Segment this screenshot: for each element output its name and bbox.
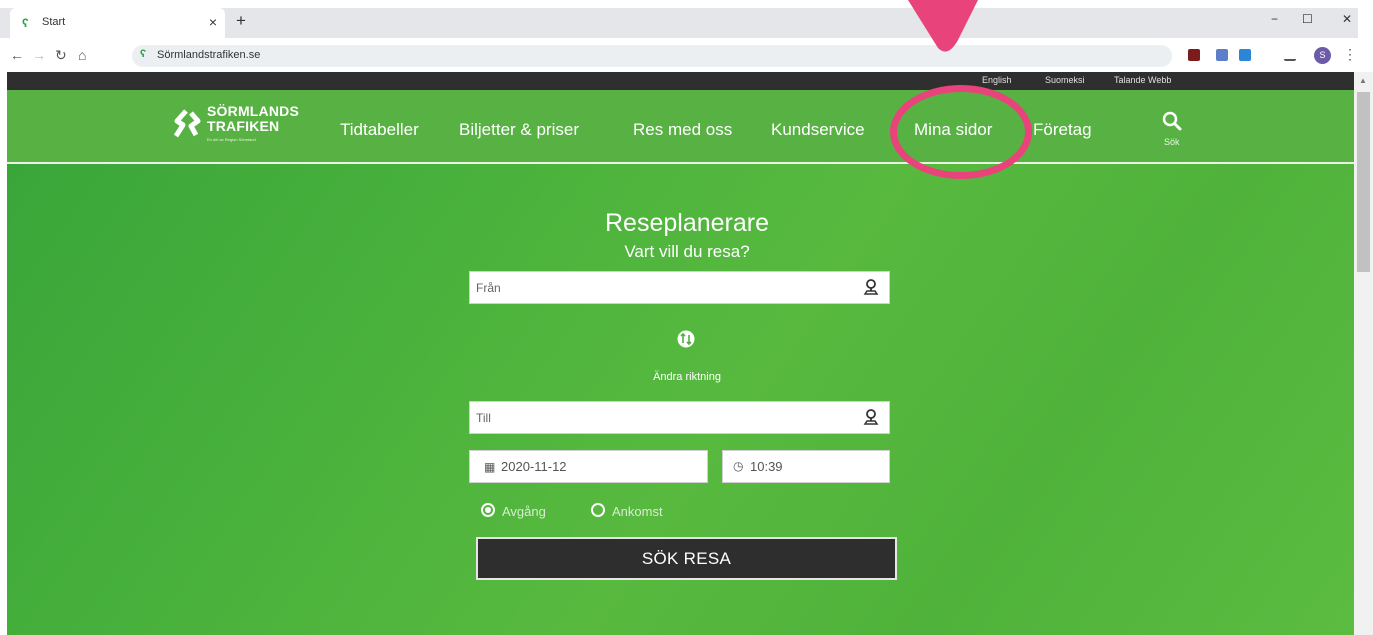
home-icon[interactable]: ⌂: [78, 47, 86, 63]
page-viewport: English Suomeksi Talande Webb SÖRMLANDS …: [7, 72, 1354, 635]
tab-title: Start: [42, 16, 66, 28]
arrival-radio[interactable]: [591, 503, 605, 517]
link-english[interactable]: English: [982, 75, 1012, 85]
departure-label[interactable]: Avgång: [502, 504, 546, 519]
nav-tidtabeller[interactable]: Tidtabeller: [340, 120, 419, 140]
logo-tagline: En del av Region Sörmland: [207, 137, 256, 142]
scroll-up-icon[interactable]: ▲: [1359, 76, 1367, 85]
windows-extension-icon[interactable]: [1239, 49, 1251, 61]
date-field[interactable]: ▦ 2020-11-12: [469, 450, 708, 483]
link-talande-webb[interactable]: Talande Webb: [1114, 75, 1171, 85]
nav-mina-sidor[interactable]: Mina sidor: [914, 120, 992, 140]
time-field[interactable]: ◷ 10:39: [722, 450, 890, 483]
swap-direction-label[interactable]: Ändra riktning: [477, 371, 897, 383]
back-arrow-icon[interactable]: ←: [10, 47, 24, 63]
search-trip-button[interactable]: SÖK RESA: [476, 537, 897, 580]
utility-bar: English Suomeksi Talande Webb: [7, 72, 1354, 90]
to-placeholder: Till: [476, 411, 491, 425]
arrival-label[interactable]: Ankomst: [612, 504, 663, 519]
swap-direction-icon[interactable]: [677, 330, 695, 348]
time-value: 10:39: [750, 459, 783, 474]
search-label[interactable]: Sök: [1164, 137, 1180, 147]
nav-biljetter-priser[interactable]: Biljetter & priser: [459, 120, 579, 140]
nav-foretag[interactable]: Företag: [1033, 120, 1092, 140]
location-pin-icon[interactable]: [863, 408, 879, 426]
search-icon[interactable]: [1162, 111, 1182, 131]
window-minimize-button[interactable]: −: [1271, 12, 1278, 26]
nav-kundservice[interactable]: Kundservice: [771, 120, 865, 140]
reload-icon[interactable]: ↻: [55, 47, 67, 63]
logo-text[interactable]: SÖRMLANDS: [207, 103, 299, 119]
browser-tab[interactable]: ʕ Start ×: [10, 8, 225, 38]
pdf-extension-icon[interactable]: [1188, 49, 1200, 61]
from-placeholder: Från: [476, 281, 501, 295]
sormlandstrafiken-logo-icon[interactable]: [172, 109, 202, 139]
profile-avatar[interactable]: S: [1314, 47, 1331, 64]
browser-tabstrip: ʕ Start × + − ☐ ✕: [0, 0, 1373, 40]
browser-toolbar: ← → ↻ ⌂ ʕ Sörmlandstrafiken.se S ⋮: [0, 40, 1373, 72]
forward-arrow-icon[interactable]: →: [32, 47, 46, 63]
window-close-button[interactable]: ✕: [1342, 12, 1352, 26]
scrollbar-thumb[interactable]: [1357, 92, 1370, 272]
logo-text[interactable]: TRAFIKEN: [207, 118, 279, 134]
address-bar-url[interactable]: Sörmlandstrafiken.se: [157, 49, 260, 61]
link-suomeksi[interactable]: Suomeksi: [1045, 75, 1085, 85]
from-field[interactable]: Från: [469, 271, 890, 304]
departure-radio[interactable]: [481, 503, 495, 517]
window-maximize-button[interactable]: ☐: [1302, 12, 1313, 26]
site-header: SÖRMLANDS TRAFIKEN En del av Region Sörm…: [7, 90, 1354, 164]
clock-icon: ◷: [733, 459, 744, 473]
page-scrollbar[interactable]: ▲: [1354, 72, 1373, 635]
date-value: 2020-11-12: [501, 459, 567, 474]
new-tab-button[interactable]: +: [236, 12, 246, 29]
browser-menu-icon[interactable]: ⋮: [1343, 46, 1357, 63]
reading-list-icon[interactable]: [1284, 49, 1296, 61]
planner-subtitle: Vart vill du resa?: [624, 242, 750, 261]
page-title: Reseplanerare: [605, 209, 769, 237]
tab-close-icon[interactable]: ×: [209, 14, 217, 30]
to-field[interactable]: Till: [469, 401, 890, 434]
site-favicon-icon: ʕ: [22, 16, 29, 30]
calendar-extension-icon[interactable]: [1216, 49, 1228, 61]
site-favicon-icon: ʕ: [140, 48, 147, 60]
calendar-icon: ▦: [484, 460, 496, 474]
address-bar[interactable]: ʕ Sörmlandstrafiken.se: [132, 45, 1172, 67]
location-pin-icon[interactable]: [863, 278, 879, 296]
nav-res-med-oss[interactable]: Res med oss: [633, 120, 732, 140]
